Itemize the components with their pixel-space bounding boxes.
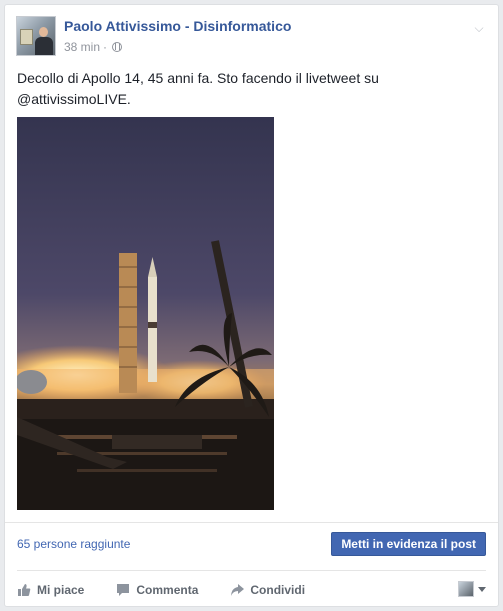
post-as-selector[interactable]	[458, 581, 486, 597]
globe-icon[interactable]	[112, 42, 123, 52]
post-header: Paolo Attivissimo - Disinformatico 38 mi…	[16, 16, 487, 60]
share-button[interactable]: Condividi	[230, 583, 305, 597]
share-label: Condividi	[250, 583, 306, 597]
like-label: Mi piace	[37, 583, 85, 597]
post-text-line-1: Decollo di Apollo 14, 45 anni fa. Sto fa…	[17, 70, 379, 86]
comment-button[interactable]: Commenta	[116, 583, 198, 597]
post-actions: Mi piace Commenta Condividi	[17, 579, 486, 601]
post-text: Decollo di Apollo 14, 45 anni fa. Sto fa…	[17, 68, 487, 110]
thumbs-up-icon	[18, 584, 31, 596]
divider	[5, 522, 498, 523]
post-meta: 38 min ·	[64, 40, 123, 54]
comment-icon	[117, 584, 130, 596]
share-arrow-icon	[231, 584, 245, 596]
mini-avatar	[458, 581, 474, 597]
post-card: Paolo Attivissimo - Disinformatico 38 mi…	[4, 4, 499, 607]
comment-label: Commenta	[136, 583, 199, 597]
meta-separator: ·	[103, 40, 108, 54]
divider	[17, 570, 486, 571]
caret-down-icon	[478, 586, 486, 592]
post-text-line-2[interactable]: @attivissimoLIVE.	[17, 89, 487, 110]
post-timestamp[interactable]: 38 min	[64, 40, 100, 54]
page-avatar[interactable]	[16, 16, 56, 56]
reach-link[interactable]: 65 persone raggiunte	[17, 537, 130, 551]
post-photo[interactable]	[17, 117, 274, 510]
chevron-down-icon[interactable]: ⌵	[471, 20, 487, 36]
boost-post-button[interactable]: Metti in evidenza il post	[331, 532, 486, 556]
page-name-link[interactable]: Paolo Attivissimo - Disinformatico	[64, 18, 291, 34]
like-button[interactable]: Mi piace	[17, 583, 84, 597]
